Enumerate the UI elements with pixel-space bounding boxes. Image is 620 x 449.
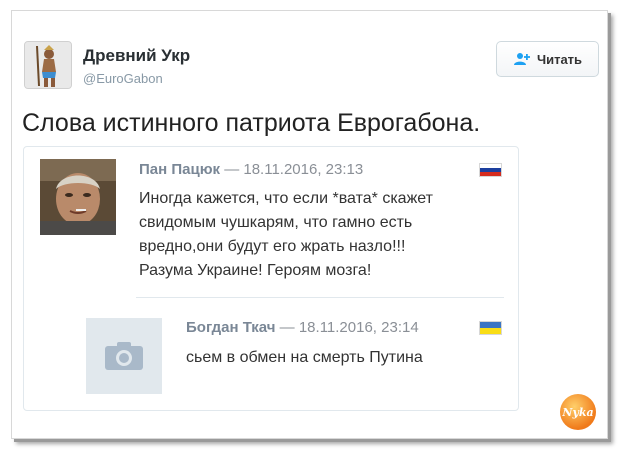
commenter-avatar (40, 159, 116, 235)
author-handle[interactable]: @EuroGabon (83, 71, 163, 86)
reply-date: 18.11.2016, 23:14 (298, 319, 419, 336)
warrior-figure-icon (25, 42, 71, 88)
tweet-card: Древний Укр @EuroGabon Читать Слова исти… (11, 10, 608, 439)
quoted-comments-card[interactable]: Пан Пацюк — 18.11.2016, 23:13 Иногда каж… (23, 146, 519, 411)
reply-text: сьем в обмен на смерть Путина (186, 349, 423, 366)
add-user-icon (513, 53, 530, 65)
comment-line: вредно,они будут его жрать назло!!! (139, 238, 406, 255)
author-name[interactable]: Древний Укр (83, 46, 190, 66)
comment-line: свидомым чушкарям, что гамно есть (139, 214, 413, 231)
tweet-text: Слова истинного патриота Еврогабона. (22, 109, 481, 137)
comment-separator: — (224, 161, 240, 178)
reply-avatar-placeholder (86, 318, 162, 394)
comment-date: 18.11.2016, 23:13 (243, 161, 364, 178)
watermark-logo: Nyka (560, 394, 596, 430)
comment-header: Пан Пацюк — 18.11.2016, 23:13 (139, 161, 363, 178)
follow-label: Читать (536, 51, 583, 67)
author-avatar[interactable] (24, 41, 72, 89)
comment-author[interactable]: Пан Пацюк (139, 161, 220, 178)
reply-header: Богдан Ткач — 18.11.2016, 23:14 (186, 319, 419, 336)
reply-divider (136, 297, 504, 298)
comment-line: Разума Украине! Героям мозга! (139, 262, 372, 279)
comment-line: Иногда кажется, что если *вата* скажет (139, 190, 433, 207)
comment-text: Иногда кажется, что если *вата* скажет с… (139, 187, 509, 283)
camera-icon (105, 342, 143, 370)
reply-author[interactable]: Богдан Ткач (186, 319, 276, 336)
reply-separator: — (279, 319, 295, 336)
russia-flag-icon (479, 163, 502, 177)
man-face-photo-icon (40, 159, 116, 235)
follow-button[interactable]: Читать (496, 41, 599, 77)
ukraine-flag-icon (479, 321, 502, 335)
